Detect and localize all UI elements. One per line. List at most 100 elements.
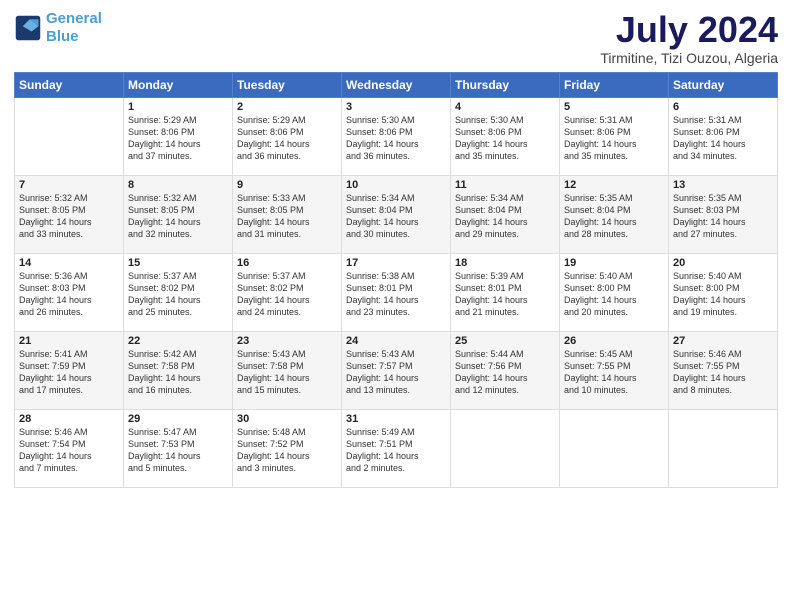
day-header-tuesday: Tuesday [233,72,342,97]
day-number: 9 [237,179,337,191]
day-header-friday: Friday [560,72,669,97]
day-info: Sunrise: 5:49 AM Sunset: 7:51 PM Dayligh… [346,426,446,475]
day-info: Sunrise: 5:34 AM Sunset: 8:04 PM Dayligh… [346,192,446,241]
day-number: 3 [346,101,446,113]
day-header-thursday: Thursday [451,72,560,97]
day-cell: 26Sunrise: 5:45 AM Sunset: 7:55 PM Dayli… [560,331,669,409]
subtitle: Tirmitine, Tizi Ouzou, Algeria [600,50,778,66]
day-header-monday: Monday [124,72,233,97]
day-cell: 14Sunrise: 5:36 AM Sunset: 8:03 PM Dayli… [15,253,124,331]
day-number: 28 [19,413,119,425]
week-row-1: 1Sunrise: 5:29 AM Sunset: 8:06 PM Daylig… [15,97,778,175]
day-cell: 28Sunrise: 5:46 AM Sunset: 7:54 PM Dayli… [15,409,124,487]
day-info: Sunrise: 5:46 AM Sunset: 7:55 PM Dayligh… [673,348,773,397]
day-cell: 20Sunrise: 5:40 AM Sunset: 8:00 PM Dayli… [669,253,778,331]
day-header-sunday: Sunday [15,72,124,97]
day-number: 30 [237,413,337,425]
day-cell: 30Sunrise: 5:48 AM Sunset: 7:52 PM Dayli… [233,409,342,487]
day-cell [560,409,669,487]
day-number: 7 [19,179,119,191]
day-cell: 23Sunrise: 5:43 AM Sunset: 7:58 PM Dayli… [233,331,342,409]
day-cell: 24Sunrise: 5:43 AM Sunset: 7:57 PM Dayli… [342,331,451,409]
day-number: 29 [128,413,228,425]
day-cell: 5Sunrise: 5:31 AM Sunset: 8:06 PM Daylig… [560,97,669,175]
day-number: 20 [673,257,773,269]
day-number: 5 [564,101,664,113]
day-number: 31 [346,413,446,425]
day-cell: 17Sunrise: 5:38 AM Sunset: 8:01 PM Dayli… [342,253,451,331]
day-number: 18 [455,257,555,269]
day-cell: 25Sunrise: 5:44 AM Sunset: 7:56 PM Dayli… [451,331,560,409]
day-info: Sunrise: 5:31 AM Sunset: 8:06 PM Dayligh… [673,114,773,163]
day-info: Sunrise: 5:41 AM Sunset: 7:59 PM Dayligh… [19,348,119,397]
logo: General Blue [14,10,102,46]
day-number: 13 [673,179,773,191]
day-info: Sunrise: 5:29 AM Sunset: 8:06 PM Dayligh… [128,114,228,163]
week-row-5: 28Sunrise: 5:46 AM Sunset: 7:54 PM Dayli… [15,409,778,487]
day-info: Sunrise: 5:47 AM Sunset: 7:53 PM Dayligh… [128,426,228,475]
day-cell: 8Sunrise: 5:32 AM Sunset: 8:05 PM Daylig… [124,175,233,253]
day-cell: 10Sunrise: 5:34 AM Sunset: 8:04 PM Dayli… [342,175,451,253]
day-info: Sunrise: 5:39 AM Sunset: 8:01 PM Dayligh… [455,270,555,319]
day-info: Sunrise: 5:40 AM Sunset: 8:00 PM Dayligh… [564,270,664,319]
day-number: 11 [455,179,555,191]
day-cell [15,97,124,175]
day-number: 23 [237,335,337,347]
day-number: 19 [564,257,664,269]
day-info: Sunrise: 5:31 AM Sunset: 8:06 PM Dayligh… [564,114,664,163]
day-cell: 12Sunrise: 5:35 AM Sunset: 8:04 PM Dayli… [560,175,669,253]
day-number: 4 [455,101,555,113]
day-number: 22 [128,335,228,347]
day-number: 26 [564,335,664,347]
day-cell: 6Sunrise: 5:31 AM Sunset: 8:06 PM Daylig… [669,97,778,175]
day-info: Sunrise: 5:44 AM Sunset: 7:56 PM Dayligh… [455,348,555,397]
day-number: 25 [455,335,555,347]
day-cell: 27Sunrise: 5:46 AM Sunset: 7:55 PM Dayli… [669,331,778,409]
day-header-wednesday: Wednesday [342,72,451,97]
day-info: Sunrise: 5:42 AM Sunset: 7:58 PM Dayligh… [128,348,228,397]
day-number: 10 [346,179,446,191]
day-number: 8 [128,179,228,191]
day-info: Sunrise: 5:37 AM Sunset: 8:02 PM Dayligh… [237,270,337,319]
header: General Blue July 2024 Tirmitine, Tizi O… [14,10,778,66]
day-info: Sunrise: 5:43 AM Sunset: 7:58 PM Dayligh… [237,348,337,397]
day-cell: 21Sunrise: 5:41 AM Sunset: 7:59 PM Dayli… [15,331,124,409]
day-number: 14 [19,257,119,269]
header-row: SundayMondayTuesdayWednesdayThursdayFrid… [15,72,778,97]
calendar-table: SundayMondayTuesdayWednesdayThursdayFrid… [14,72,778,488]
title-block: July 2024 Tirmitine, Tizi Ouzou, Algeria [600,10,778,66]
day-cell: 11Sunrise: 5:34 AM Sunset: 8:04 PM Dayli… [451,175,560,253]
day-cell: 4Sunrise: 5:30 AM Sunset: 8:06 PM Daylig… [451,97,560,175]
logo-icon [14,14,42,42]
day-cell: 15Sunrise: 5:37 AM Sunset: 8:02 PM Dayli… [124,253,233,331]
day-cell: 19Sunrise: 5:40 AM Sunset: 8:00 PM Dayli… [560,253,669,331]
day-cell: 7Sunrise: 5:32 AM Sunset: 8:05 PM Daylig… [15,175,124,253]
day-cell: 31Sunrise: 5:49 AM Sunset: 7:51 PM Dayli… [342,409,451,487]
day-info: Sunrise: 5:34 AM Sunset: 8:04 PM Dayligh… [455,192,555,241]
day-cell: 1Sunrise: 5:29 AM Sunset: 8:06 PM Daylig… [124,97,233,175]
day-number: 16 [237,257,337,269]
day-cell: 2Sunrise: 5:29 AM Sunset: 8:06 PM Daylig… [233,97,342,175]
day-info: Sunrise: 5:33 AM Sunset: 8:05 PM Dayligh… [237,192,337,241]
week-row-4: 21Sunrise: 5:41 AM Sunset: 7:59 PM Dayli… [15,331,778,409]
day-info: Sunrise: 5:40 AM Sunset: 8:00 PM Dayligh… [673,270,773,319]
day-number: 6 [673,101,773,113]
day-cell: 13Sunrise: 5:35 AM Sunset: 8:03 PM Dayli… [669,175,778,253]
main-title: July 2024 [600,10,778,50]
day-info: Sunrise: 5:46 AM Sunset: 7:54 PM Dayligh… [19,426,119,475]
day-cell: 3Sunrise: 5:30 AM Sunset: 8:06 PM Daylig… [342,97,451,175]
day-number: 17 [346,257,446,269]
day-number: 24 [346,335,446,347]
week-row-2: 7Sunrise: 5:32 AM Sunset: 8:05 PM Daylig… [15,175,778,253]
day-cell: 9Sunrise: 5:33 AM Sunset: 8:05 PM Daylig… [233,175,342,253]
day-cell: 29Sunrise: 5:47 AM Sunset: 7:53 PM Dayli… [124,409,233,487]
day-info: Sunrise: 5:32 AM Sunset: 8:05 PM Dayligh… [19,192,119,241]
day-info: Sunrise: 5:45 AM Sunset: 7:55 PM Dayligh… [564,348,664,397]
day-info: Sunrise: 5:35 AM Sunset: 8:04 PM Dayligh… [564,192,664,241]
day-number: 27 [673,335,773,347]
week-row-3: 14Sunrise: 5:36 AM Sunset: 8:03 PM Dayli… [15,253,778,331]
day-number: 1 [128,101,228,113]
day-info: Sunrise: 5:30 AM Sunset: 8:06 PM Dayligh… [346,114,446,163]
calendar-page: General Blue July 2024 Tirmitine, Tizi O… [0,0,792,612]
day-cell: 22Sunrise: 5:42 AM Sunset: 7:58 PM Dayli… [124,331,233,409]
